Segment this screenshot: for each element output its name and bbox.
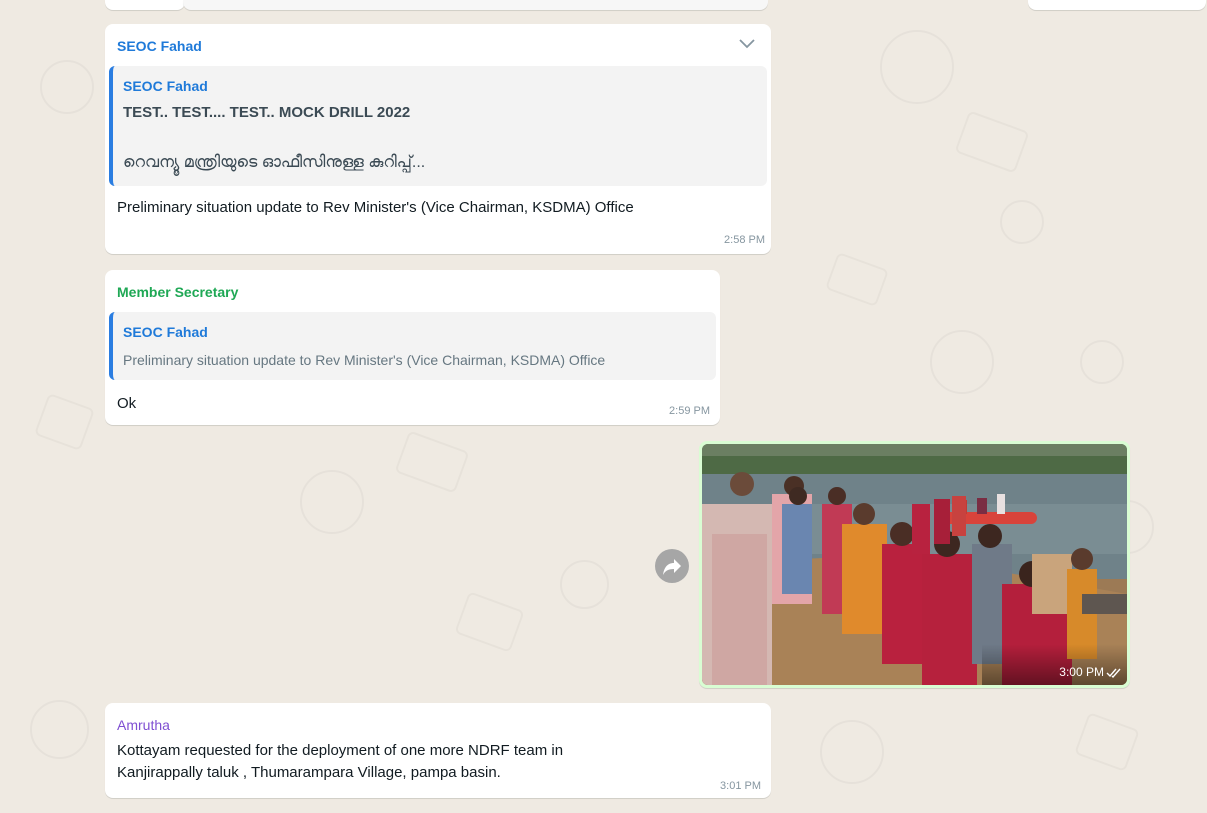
- quoted-message[interactable]: SEOC Fahad Preliminary situation update …: [109, 312, 716, 380]
- quoted-sender: SEOC Fahad: [123, 324, 208, 340]
- quoted-body: റെവന്യൂ മന്ത്രിയുടെ ഓഫീസിനുള്ള കുറിപ്പ്.…: [123, 154, 426, 171]
- sender-name[interactable]: Amrutha: [117, 717, 170, 733]
- message-text: Ok: [117, 395, 137, 412]
- message-time: 3:01 PM: [720, 780, 761, 792]
- message-text-line-1: Kottayam requested for the deployment of…: [117, 742, 564, 759]
- message-time: 2:58 PM: [724, 234, 765, 246]
- message-time: 2:59 PM: [669, 405, 710, 417]
- message-text-line-2: Kanjirappally taluk , Thumarampara Villa…: [117, 764, 501, 781]
- forward-button[interactable]: [655, 549, 689, 583]
- image-attachment[interactable]: [702, 444, 1127, 685]
- rescue-drill-photo: [702, 444, 1127, 685]
- message-bubble[interactable]: SEOC Fahad SEOC Fahad TEST.. TEST.... TE…: [105, 24, 771, 254]
- chevron-down-icon[interactable]: [737, 36, 757, 50]
- quoted-sender: SEOC Fahad: [123, 78, 208, 94]
- image-message-bubble[interactable]: 3:00 PM: [699, 441, 1130, 688]
- message-text: Preliminary situation update to Rev Mini…: [117, 199, 634, 216]
- previous-message-stub: [183, 0, 768, 10]
- sender-name[interactable]: SEOC Fahad: [117, 38, 202, 54]
- previous-message-stub: [1028, 0, 1206, 10]
- message-time: 3:00 PM: [1059, 665, 1104, 679]
- forward-icon: [663, 559, 681, 575]
- quoted-message[interactable]: SEOC Fahad TEST.. TEST.... TEST.. MOCK D…: [109, 66, 767, 186]
- sender-name[interactable]: Member Secretary: [117, 284, 238, 300]
- previous-message-stub: [105, 0, 185, 10]
- message-bubble[interactable]: Member Secretary SEOC Fahad Preliminary …: [105, 270, 720, 425]
- quoted-body: Preliminary situation update to Rev Mini…: [123, 352, 606, 368]
- double-check-icon: [1106, 666, 1122, 679]
- message-bubble[interactable]: Amrutha Kottayam requested for the deplo…: [105, 703, 771, 798]
- quoted-title: TEST.. TEST.... TEST.. MOCK DRILL 2022: [123, 104, 411, 121]
